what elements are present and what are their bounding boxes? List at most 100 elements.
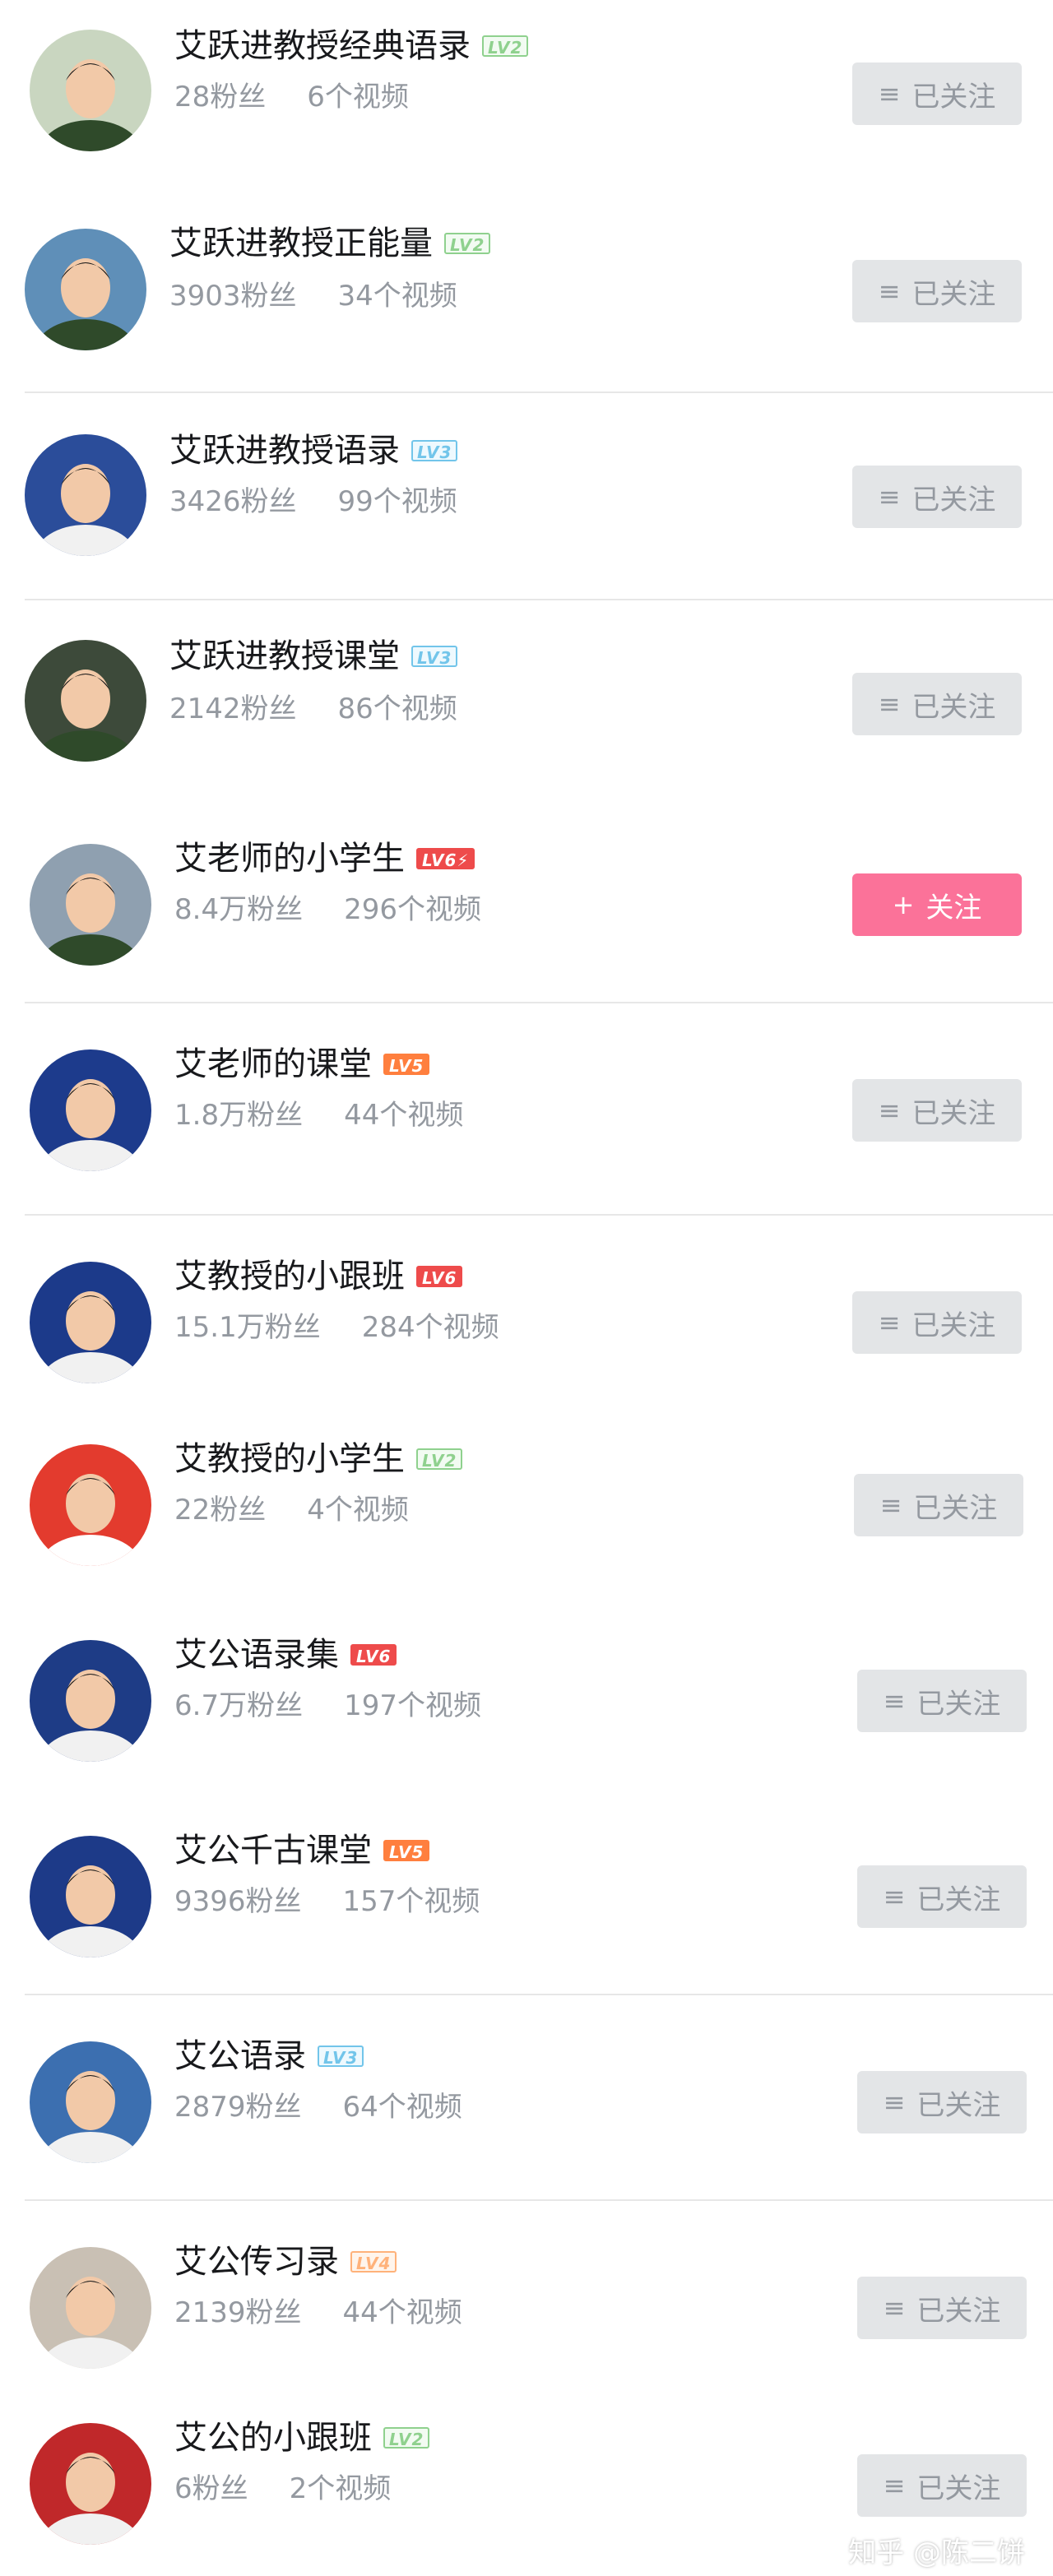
follow-button-label: 已关注 (913, 1491, 998, 1525)
video-count: 86个视频 (337, 693, 457, 725)
follow-button[interactable]: + 关注 (852, 873, 1022, 936)
channel-stats: 1.8万粉丝 44个视频 (174, 1099, 463, 1132)
video-count: 284个视频 (361, 1311, 499, 1344)
avatar[interactable] (30, 30, 151, 151)
channel-name[interactable]: 艾跃进教授经典语录 LV2 (174, 26, 529, 66)
channel-name-text: 艾公的小跟班 (174, 2419, 372, 2457)
followed-button[interactable]: ≡ 已关注 (854, 1474, 1023, 1536)
fans-count: 2142粉丝 (169, 693, 297, 725)
fans-count: 6.7万粉丝 (174, 1689, 304, 1722)
fans-count: 15.1万粉丝 (174, 1311, 321, 1344)
avatar[interactable] (30, 2041, 151, 2163)
avatar[interactable] (30, 2423, 151, 2545)
level-badge: LV3 (411, 646, 458, 668)
avatar[interactable] (30, 1640, 151, 1762)
menu-icon: ≡ (878, 1095, 901, 1126)
channel-name-text: 艾老师的小学生 (174, 840, 405, 878)
channel-name[interactable]: 艾公的小跟班 LV2 (174, 2418, 430, 2458)
channel-name[interactable]: 艾老师的小学生 LV6⚡ (174, 839, 475, 878)
fans-count: 22粉丝 (174, 1494, 267, 1527)
follow-button-label: 已关注 (916, 1883, 1001, 1916)
followed-button[interactable]: ≡ 已关注 (857, 2277, 1027, 2339)
channel-name-text: 艾教授的小学生 (174, 1440, 405, 1478)
video-count: 157个视频 (342, 1885, 480, 1918)
menu-icon: ≡ (883, 1685, 906, 1717)
followed-button[interactable]: ≡ 已关注 (852, 1291, 1022, 1354)
channel-name[interactable]: 艾公传习录 LV4 (174, 2242, 397, 2282)
level-badge: LV2 (416, 1448, 463, 1471)
channel-name-text: 艾跃进教授经典语录 (174, 27, 471, 65)
followed-button[interactable]: ≡ 已关注 (852, 673, 1022, 735)
followed-button[interactable]: ≡ 已关注 (857, 1865, 1027, 1928)
avatar[interactable] (30, 1836, 151, 1957)
video-count: 64个视频 (342, 2091, 462, 2124)
video-count: 296个视频 (344, 893, 481, 926)
follow-button-label: 已关注 (912, 690, 996, 724)
channel-name[interactable]: 艾公语录 LV3 (174, 2036, 364, 2076)
avatar[interactable] (30, 2247, 151, 2369)
avatar[interactable] (30, 844, 151, 966)
channel-stats: 6粉丝 2个视频 (174, 2472, 391, 2505)
level-badge: LV6 (416, 1266, 463, 1288)
level-badge: LV2 (383, 2427, 430, 2449)
channel-name[interactable]: 艾教授的小学生 LV2 (174, 1439, 463, 1479)
fans-count: 9396粉丝 (174, 1885, 302, 1918)
channel-name[interactable]: 艾老师的课堂 LV5 (174, 1045, 430, 1084)
follow-button-label: 已关注 (912, 1096, 996, 1130)
avatar[interactable] (25, 434, 146, 556)
menu-icon: ≡ (883, 2470, 906, 2501)
video-count: 4个视频 (307, 1494, 409, 1527)
channel-name[interactable]: 艾公语录集 LV6 (174, 1635, 397, 1675)
avatar[interactable] (25, 640, 146, 762)
channel-stats: 15.1万粉丝 284个视频 (174, 1311, 499, 1344)
followed-button[interactable]: ≡ 已关注 (852, 466, 1022, 528)
channel-stats: 2879粉丝 64个视频 (174, 2091, 462, 2124)
menu-icon: ≡ (878, 78, 901, 109)
channel-name[interactable]: 艾跃进教授语录 LV3 (169, 431, 458, 470)
video-count: 34个视频 (337, 280, 457, 313)
followed-button[interactable]: ≡ 已关注 (857, 1670, 1027, 1732)
video-count: 6个视频 (307, 81, 409, 114)
video-count: 99个视频 (337, 485, 457, 518)
avatar[interactable] (25, 229, 146, 350)
channel-name-text: 艾老师的课堂 (174, 1045, 372, 1083)
channel-name[interactable]: 艾公千古课堂 LV5 (174, 1831, 430, 1870)
channel-stats: 8.4万粉丝 296个视频 (174, 893, 481, 926)
menu-icon: ≡ (883, 2292, 906, 2323)
channel-stats: 2142粉丝 86个视频 (169, 693, 457, 725)
fans-count: 6粉丝 (174, 2472, 248, 2505)
video-count: 44个视频 (344, 1099, 464, 1132)
channel-stats: 2139粉丝 44个视频 (174, 2296, 462, 2329)
menu-icon: ≡ (878, 276, 901, 307)
fans-count: 8.4万粉丝 (174, 893, 304, 926)
level-badge: LV3 (411, 440, 458, 462)
followed-button[interactable]: ≡ 已关注 (857, 2454, 1027, 2517)
channel-name-text: 艾公语录 (174, 2037, 306, 2075)
menu-icon: ≡ (878, 688, 901, 720)
row-divider (25, 2199, 1053, 2201)
menu-icon: ≡ (878, 1307, 901, 1338)
zhihu-watermark: 知乎 @陈二饼 (848, 2537, 1025, 2569)
level-badge: LV3 (318, 2046, 364, 2068)
level-badge: LV6 (350, 1644, 397, 1666)
channel-stats: 9396粉丝 157个视频 (174, 1885, 480, 1918)
channel-name-text: 艾公语录集 (174, 1636, 339, 1674)
avatar[interactable] (30, 1444, 151, 1566)
avatar[interactable] (30, 1262, 151, 1383)
channel-stats: 6.7万粉丝 197个视频 (174, 1689, 481, 1722)
video-count: 197个视频 (344, 1689, 481, 1722)
row-divider (25, 1214, 1053, 1216)
channel-stats: 28粉丝 6个视频 (174, 81, 409, 114)
followed-button[interactable]: ≡ 已关注 (852, 1079, 1022, 1142)
followed-button[interactable]: ≡ 已关注 (852, 260, 1022, 322)
menu-icon: ≡ (883, 2087, 906, 2118)
level-badge: LV2 (444, 233, 491, 255)
channel-name[interactable]: 艾跃进教授正能量 LV2 (169, 224, 491, 263)
channel-name[interactable]: 艾跃进教授课堂 LV3 (169, 637, 458, 676)
followed-button[interactable]: ≡ 已关注 (852, 63, 1022, 125)
channel-name[interactable]: 艾教授的小跟班 LV6 (174, 1257, 463, 1296)
followed-button[interactable]: ≡ 已关注 (857, 2071, 1027, 2134)
avatar[interactable] (30, 1049, 151, 1171)
channel-name-text: 艾跃进教授课堂 (169, 637, 400, 675)
fans-count: 2139粉丝 (174, 2296, 302, 2329)
